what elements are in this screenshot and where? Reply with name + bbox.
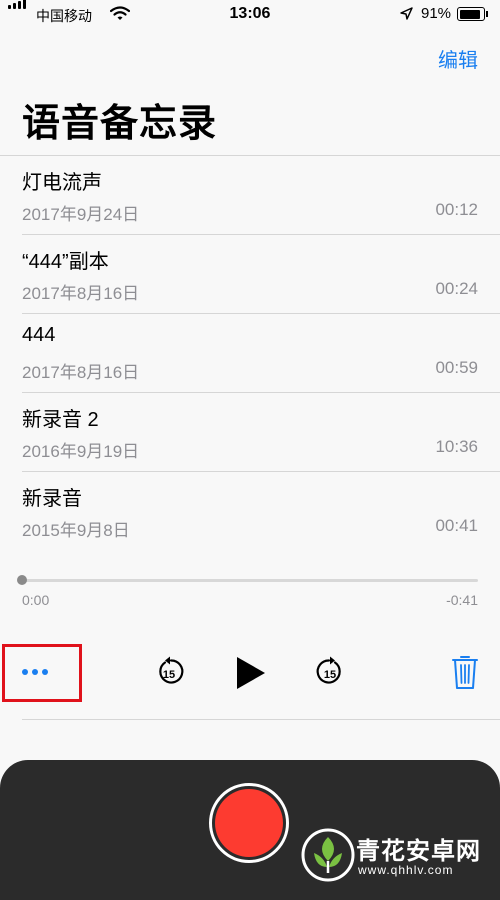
ellipsis-icon	[22, 669, 28, 675]
location-arrow-icon	[400, 7, 413, 20]
memo-name: 新录音	[22, 488, 82, 510]
memo-item-selected[interactable]: 新录音 2015年9月8日 00:41	[0, 472, 500, 551]
skip-back-15-icon[interactable]: 15	[155, 656, 185, 688]
memo-name: 444	[22, 324, 56, 346]
memo-name: 新录音 2	[22, 409, 99, 431]
edit-button[interactable]: 编辑	[438, 44, 478, 73]
remaining-time: -0:41	[446, 592, 478, 608]
playback-scrubber[interactable]	[22, 579, 478, 582]
memo-item[interactable]: 444 2017年8月16日 00:59	[0, 314, 500, 393]
memo-list: 灯电流声 2017年9月24日 00:12 “444”副本 2017年8月16日…	[0, 156, 500, 551]
memo-name: “444”副本	[22, 251, 109, 273]
memo-item[interactable]: 新录音 2 2016年9月19日 10:36	[0, 393, 500, 472]
memo-item[interactable]: “444”副本 2017年8月16日 00:24	[0, 235, 500, 314]
skip-seconds-label: 15	[324, 669, 336, 681]
divider	[22, 719, 500, 720]
page-title: 语音备忘录	[22, 103, 218, 145]
ellipsis-dot	[42, 669, 48, 675]
more-options-button[interactable]	[12, 658, 58, 686]
memo-duration: 00:41	[435, 516, 478, 535]
watermark-title: 青花安卓网	[356, 838, 481, 865]
watermark: 青花安卓网 www.qhhlv.com	[298, 827, 498, 887]
memo-duration: 00:59	[435, 358, 478, 377]
memo-date: 2016年9月19日	[22, 442, 140, 461]
memo-date: 2015年9月8日	[22, 521, 130, 540]
memo-duration: 10:36	[435, 437, 478, 456]
skip-seconds-label: 15	[163, 669, 175, 681]
battery-icon	[457, 7, 488, 21]
status-bar: 中国移动 13:06 91%	[0, 0, 500, 30]
memo-item[interactable]: 灯电流声 2017年9月24日 00:12	[0, 156, 500, 235]
memo-date: 2017年9月24日	[22, 205, 140, 224]
memo-name: 灯电流声	[22, 172, 102, 194]
elapsed-time: 0:00	[22, 592, 50, 608]
memo-date: 2017年8月16日	[22, 363, 140, 382]
watermark-logo-icon	[301, 828, 355, 882]
play-button[interactable]	[235, 655, 267, 691]
record-icon	[215, 789, 283, 857]
skip-forward-15-icon[interactable]: 15	[315, 656, 345, 688]
watermark-url: www.qhhlv.com	[358, 863, 454, 877]
memo-duration: 00:12	[435, 200, 478, 219]
trash-icon[interactable]	[452, 654, 478, 690]
memo-date: 2017年8月16日	[22, 284, 140, 303]
scrubber-handle[interactable]	[17, 575, 27, 585]
battery-percent: 91%	[421, 5, 452, 22]
play-icon	[237, 657, 265, 689]
memo-duration: 00:24	[435, 279, 478, 298]
ellipsis-dot	[32, 669, 38, 675]
